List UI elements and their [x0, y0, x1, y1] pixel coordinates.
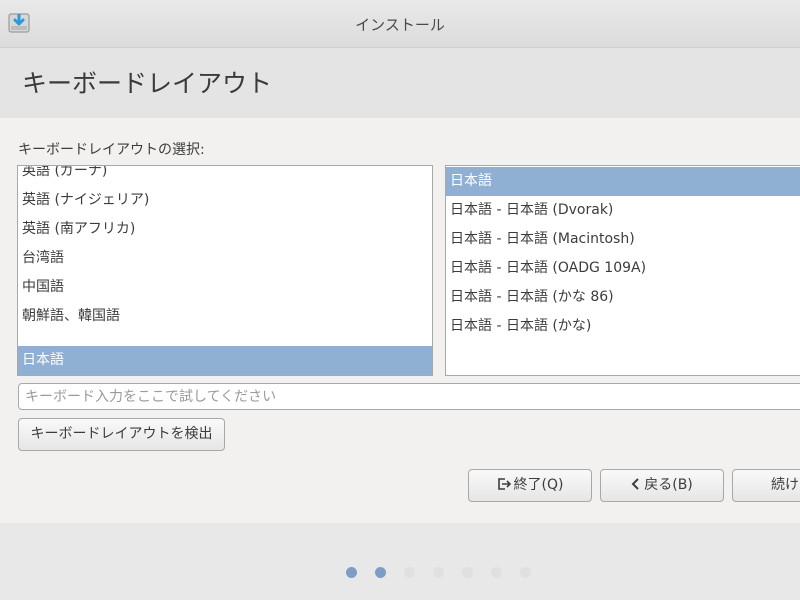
quit-button[interactable]: 終了(Q) — [468, 469, 592, 502]
variant-list-item[interactable]: 日本語 - 日本語 (かな 86) — [446, 283, 800, 312]
progress-dot-pending — [491, 567, 502, 578]
progress-dot-complete — [346, 567, 357, 578]
layout-selection-label: キーボードレイアウトの選択: — [18, 142, 205, 158]
variant-list[interactable]: 日本語 日本語 - 日本語 (Dvorak) 日本語 - 日本語 (Macint… — [445, 165, 800, 376]
exit-icon — [497, 478, 511, 490]
progress-dots — [0, 562, 800, 582]
language-list-item[interactable]: 英語 (ガーナ) — [18, 166, 432, 186]
back-button-label: 戻る(B) — [644, 477, 693, 493]
quit-button-label: 終了(Q) — [513, 477, 564, 493]
continue-button[interactable]: 続け — [732, 469, 800, 502]
language-list-item[interactable]: 英語 (ナイジェリア) — [18, 186, 432, 215]
variant-list-item[interactable]: 日本語 - 日本語 (Dvorak) — [446, 196, 800, 225]
variant-list-item-selected[interactable]: 日本語 — [446, 167, 800, 196]
progress-dot-pending — [433, 567, 444, 578]
back-button[interactable]: 戻る(B) — [600, 469, 724, 502]
window-titlebar: インストール — [0, 0, 800, 48]
chevron-left-icon — [631, 478, 639, 490]
language-list[interactable]: 英語 (ガーナ) 英語 (ナイジェリア) 英語 (南アフリカ) 台湾語 中国語 … — [17, 165, 433, 376]
main-content: キーボードレイアウトの選択: 英語 (ガーナ) 英語 (ナイジェリア) 英語 (… — [0, 118, 800, 523]
progress-dot-complete — [375, 567, 386, 578]
variant-list-item[interactable]: 日本語 - 日本語 (かな) — [446, 312, 800, 341]
page-title: キーボードレイアウト — [22, 69, 273, 98]
window-title: インストール — [355, 16, 445, 34]
continue-button-label: 続け — [771, 477, 799, 493]
progress-dot-pending — [520, 567, 531, 578]
progress-dot-pending — [462, 567, 473, 578]
language-list-item[interactable]: 台湾語 — [18, 244, 432, 273]
language-list-item[interactable]: 中国語 — [18, 273, 432, 302]
variant-list-item[interactable]: 日本語 - 日本語 (OADG 109A) — [446, 254, 800, 283]
language-list-item[interactable]: 朝鮮語、韓国語 — [18, 302, 432, 331]
detect-layout-button-label: キーボードレイアウトを検出 — [30, 426, 213, 442]
detect-layout-button[interactable]: キーボードレイアウトを検出 — [18, 418, 225, 451]
language-list-item[interactable]: 英語 (南アフリカ) — [18, 215, 432, 244]
language-list-item-selected[interactable]: 日本語 — [18, 346, 432, 375]
keyboard-test-input[interactable] — [18, 383, 800, 410]
progress-dot-pending — [404, 567, 415, 578]
page-header: キーボードレイアウト — [0, 48, 800, 118]
variant-list-item[interactable]: 日本語 - 日本語 (Macintosh) — [446, 225, 800, 254]
